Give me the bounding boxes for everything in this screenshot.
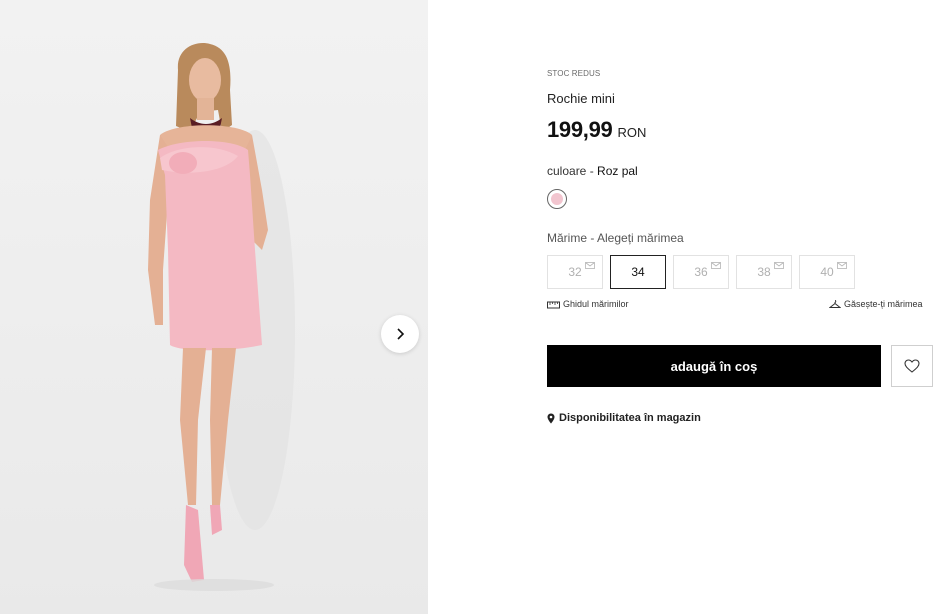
product-price: 199,99 RON	[547, 117, 646, 143]
product-photo	[148, 43, 295, 591]
price-value: 199,99	[547, 117, 613, 142]
size-option-40[interactable]: 40	[799, 255, 855, 289]
size-label-40: 40	[820, 265, 834, 279]
ruler-icon	[547, 301, 560, 308]
size-option-34[interactable]: 34	[610, 255, 666, 289]
location-pin-icon	[547, 413, 555, 423]
size-label-32: 32	[568, 265, 582, 279]
notify-envelope-icon	[585, 262, 595, 269]
wishlist-button[interactable]	[891, 345, 933, 387]
product-page: STOC REDUS Rochie mini 199,99 RON culoar…	[0, 0, 940, 614]
chevron-right-icon	[397, 328, 405, 340]
size-label-36: 36	[694, 265, 708, 279]
gallery-next-button[interactable]	[381, 315, 419, 353]
product-title: Rochie mini	[547, 91, 615, 106]
product-image-gallery	[0, 0, 428, 614]
store-availability-link[interactable]: Disponibilitatea în magazin	[547, 412, 701, 424]
add-to-cart-button[interactable]: adaugă în coș	[547, 345, 881, 387]
find-size-link[interactable]: Găsește-ți mărimea	[829, 299, 923, 309]
color-value: Roz pal	[597, 164, 638, 178]
color-label-row: culoare - Roz pal	[547, 164, 638, 178]
size-guide-label: Ghidul mărimilor	[563, 299, 629, 309]
size-option-38[interactable]: 38	[736, 255, 792, 289]
color-swatch-roz-pal[interactable]	[547, 189, 567, 209]
notify-envelope-icon	[837, 262, 847, 269]
price-currency: RON	[617, 125, 647, 140]
size-guide-link[interactable]: Ghidul mărimilor	[547, 299, 629, 309]
heart-icon	[904, 359, 920, 373]
swatch-fill	[551, 193, 563, 205]
size-label-38: 38	[757, 265, 771, 279]
notify-envelope-icon	[711, 262, 721, 269]
size-option-36[interactable]: 36	[673, 255, 729, 289]
color-label: culoare -	[547, 164, 598, 178]
product-info-panel: STOC REDUS Rochie mini 199,99 RON culoar…	[547, 0, 940, 614]
find-size-label: Găsește-ți mărimea	[844, 299, 923, 309]
size-label-34: 34	[631, 265, 645, 279]
size-option-32[interactable]: 32	[547, 255, 603, 289]
size-selector: 32 34 36 38 40	[547, 255, 855, 289]
size-label: Mărime - Alegeți mărimea	[547, 231, 684, 245]
stock-badge: STOC REDUS	[547, 69, 601, 78]
hanger-icon	[829, 300, 841, 308]
store-availability-label: Disponibilitatea în magazin	[559, 412, 701, 424]
notify-envelope-icon	[774, 262, 784, 269]
